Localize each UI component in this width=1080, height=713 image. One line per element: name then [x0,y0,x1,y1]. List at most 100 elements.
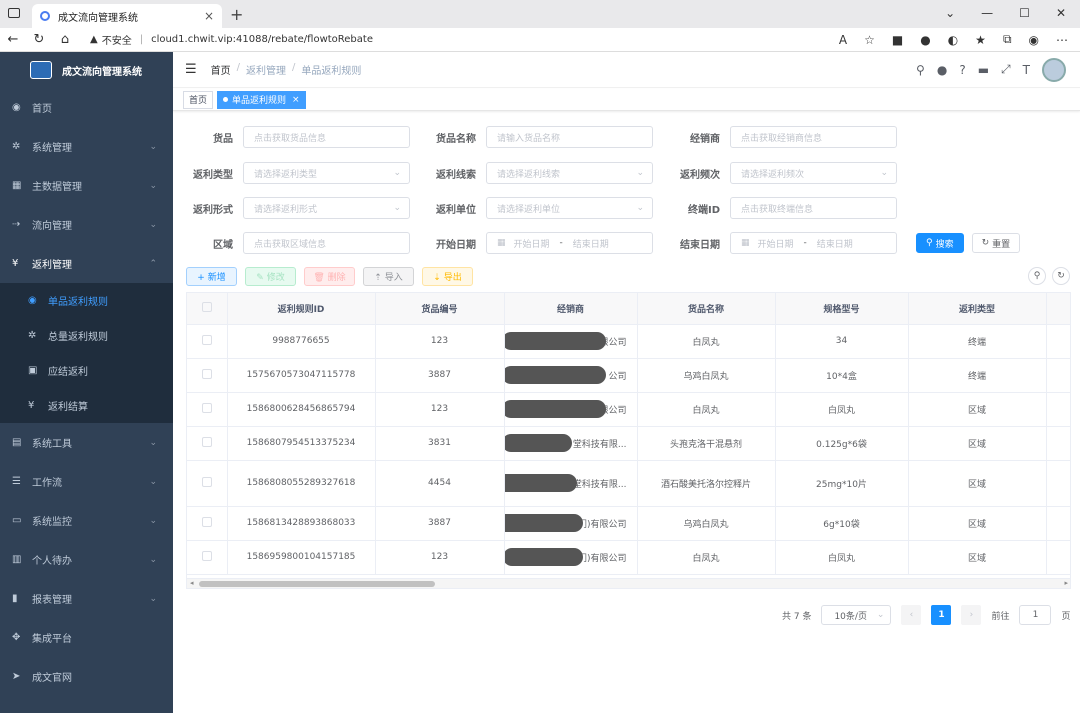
row-checkbox[interactable] [201,476,212,487]
maximize-icon[interactable]: ☐ [1019,6,1030,20]
help-icon[interactable]: ? [959,63,965,77]
sidebar-item-single-rebate[interactable]: ◉ 单品返利规则 [0,283,173,318]
profile-icon[interactable]: ◉ [1029,33,1039,47]
table-row[interactable]: 1586813428893868033 3887 门)有限公司 乌鸡白凤丸 6g… [187,506,1070,541]
rebate-unit-select[interactable]: 请选择返利单位 ⌄ [486,197,653,219]
github-icon[interactable]: ● [937,63,947,77]
tag-single-rebate[interactable]: 单品返利规则 × [217,90,306,109]
delete-button[interactable]: 🗑 删除 [304,267,355,286]
import-button[interactable]: ⇡ 导入 [363,267,414,286]
sidebar-item-tools[interactable]: ▤ 系统工具 ⌄ [0,423,173,462]
dealer-input[interactable]: 点击获取经销商信息 [730,126,897,148]
tag-home[interactable]: 首页 [183,90,214,109]
new-tab-button[interactable]: + [230,5,243,24]
browser-tab[interactable]: 成文流向管理系统 × [32,4,222,28]
search-icon[interactable]: ⚲ [916,63,925,77]
terminal-input[interactable]: 点击获取终端信息 [730,197,897,219]
search-toggle-icon[interactable]: ⚲ [1028,267,1046,285]
sidebar-item-flow[interactable]: ⇢ 流向管理 ⌄ [0,205,173,244]
goto-page-input[interactable]: 1 [1019,605,1052,625]
home-icon[interactable]: ⌂ [52,32,78,47]
sidebar-item-reports[interactable]: ▮ 报表管理 ⌄ [0,579,173,618]
edit-button[interactable]: ✎ 修改 [245,267,296,286]
avatar[interactable] [1042,57,1066,82]
table-row[interactable]: 9988776655 123 限公司 白凤丸 34 终端 [187,324,1070,359]
refresh-icon[interactable]: ↻ [1052,267,1070,285]
extension-icon[interactable]: ■ [892,33,903,47]
page-number-active[interactable]: 1 [931,605,952,625]
row-checkbox[interactable] [201,436,212,447]
sidebar-item-home[interactable]: ◉ 首页 [0,88,173,127]
row-checkbox[interactable] [201,368,212,379]
sidebar-item-monitor[interactable]: ▭ 系统监控 ⌄ [0,501,173,540]
scroll-right-icon[interactable]: ▸ [1064,579,1068,587]
export-button[interactable]: ⇣ 导出 [422,267,473,286]
table-row[interactable]: 1586800628456865794 123 有限公司 白凤丸 白凤丸 区域 [187,392,1070,427]
table-row[interactable]: 1586959800104157185 123 门)有限公司 白凤丸 白凤丸 区… [187,540,1070,575]
browser-extension-icon[interactable]: ◐ [948,33,958,47]
calendar-icon: ▦ [497,238,506,248]
add-button[interactable]: + 新增 [186,267,237,286]
font-size-icon[interactable]: T [1023,63,1030,77]
sidebar-item-workflow[interactable]: ☰ 工作流 ⌄ [0,462,173,501]
sidebar-item-total-rebate[interactable]: ✲ 总量返利规则 [0,318,173,353]
scroll-left-icon[interactable]: ◂ [190,579,194,587]
tab-actions-icon[interactable] [8,8,20,18]
chevron-down-icon[interactable]: ⌄ [945,6,955,20]
scrollbar-thumb[interactable] [199,581,435,587]
fullscreen-icon[interactable]: ⤢ [1001,62,1011,77]
row-checkbox[interactable] [201,334,212,345]
region-input[interactable]: 点击获取区域信息 [243,232,410,254]
sidebar-item-rebate-settlement[interactable]: ¥ 返利结算 [0,388,173,423]
more-icon[interactable]: ⋯ [1056,33,1068,47]
rebate-clue-select[interactable]: 请选择返利线索 ⌄ [486,162,653,184]
collections-icon[interactable]: ⧉ [1003,32,1012,47]
brand-title: 成文流向管理系统 [62,66,142,78]
sidebar-item-system[interactable]: ✲ 系统管理 ⌄ [0,127,173,166]
sidebar-item-website[interactable]: ➤ 成文官网 [0,657,173,696]
next-page-button[interactable]: › [961,605,982,625]
start-date-range[interactable]: ▦ 开始日期 - 结束日期 [486,232,653,254]
table-row[interactable]: 1575670573047115778 3887 公司 乌鸡白凤丸 10*4盒 … [187,358,1070,393]
row-checkbox[interactable] [201,550,212,561]
row-checkbox[interactable] [201,402,212,413]
chat-extension-icon[interactable]: ● [920,33,930,47]
table-row[interactable]: 1586808055289327618 4454 堂科技有限... 酒石酸美托洛… [187,460,1070,507]
tab-close-icon[interactable]: × [204,9,214,23]
table-row[interactable]: 1586807954513375234 3831 堂科技有限... 头孢克洛干混… [187,426,1070,461]
close-icon[interactable]: × [292,95,300,105]
read-aloud-icon[interactable]: A [839,33,847,47]
close-icon[interactable]: ✕ [1056,6,1066,20]
product-name-input[interactable]: 请输入货品名称 [486,126,653,148]
favorites-icon[interactable]: ★ [975,33,986,47]
breadcrumb-home[interactable]: 首页 [211,62,231,77]
refresh-icon[interactable]: ↻ [26,32,52,47]
favorite-add-icon[interactable]: ☆ [864,33,875,47]
rebate-form-select[interactable]: 请选择返利形式 ⌄ [243,197,410,219]
sidebar-item-payable-rebate[interactable]: ▣ 应结返利 [0,353,173,388]
hamburger-icon[interactable]: ☰ [185,62,197,77]
reset-button[interactable]: ↻ 重置 [971,233,1021,253]
dealer-cell: 限公司 [504,324,638,359]
back-icon[interactable]: ← [0,32,26,47]
search-button[interactable]: ⚲ 搜索 [916,233,964,253]
page-size-select[interactable]: 10条/页 ⌄ [821,605,892,625]
chevron-down-icon: ⌄ [149,437,157,448]
prev-page-button[interactable]: ‹ [901,605,922,625]
rebate-freq-select[interactable]: 请选择返利频次 ⌄ [730,162,897,184]
sidebar-item-todo[interactable]: ▥ 个人待办 ⌄ [0,540,173,579]
end-date-range[interactable]: ▦ 开始日期 - 结束日期 [730,232,897,254]
rebate-type-select[interactable]: 请选择返利类型 ⌄ [243,162,410,184]
logo[interactable]: 成文流向管理系统 [0,52,173,88]
horizontal-scrollbar[interactable]: ◂ ▸ [187,578,1070,588]
minimize-icon[interactable]: — [981,6,993,20]
url-field[interactable]: ▲ 不安全 | cloud1.chwit.vip:41088/rebate/fl… [90,32,373,47]
select-all-checkbox[interactable] [201,301,212,312]
sidebar-item-rebate[interactable]: ¥ 返利管理 ⌃ [0,244,173,283]
sidebar-item-integration[interactable]: ✥ 集成平台 [0,618,173,657]
chevron-down-icon: ⌄ [149,554,157,565]
row-checkbox[interactable] [201,516,212,527]
product-input[interactable]: 点击获取货品信息 [243,126,410,148]
message-icon[interactable]: ▬ [978,63,989,77]
sidebar-item-master-data[interactable]: ▦ 主数据管理 ⌄ [0,166,173,205]
